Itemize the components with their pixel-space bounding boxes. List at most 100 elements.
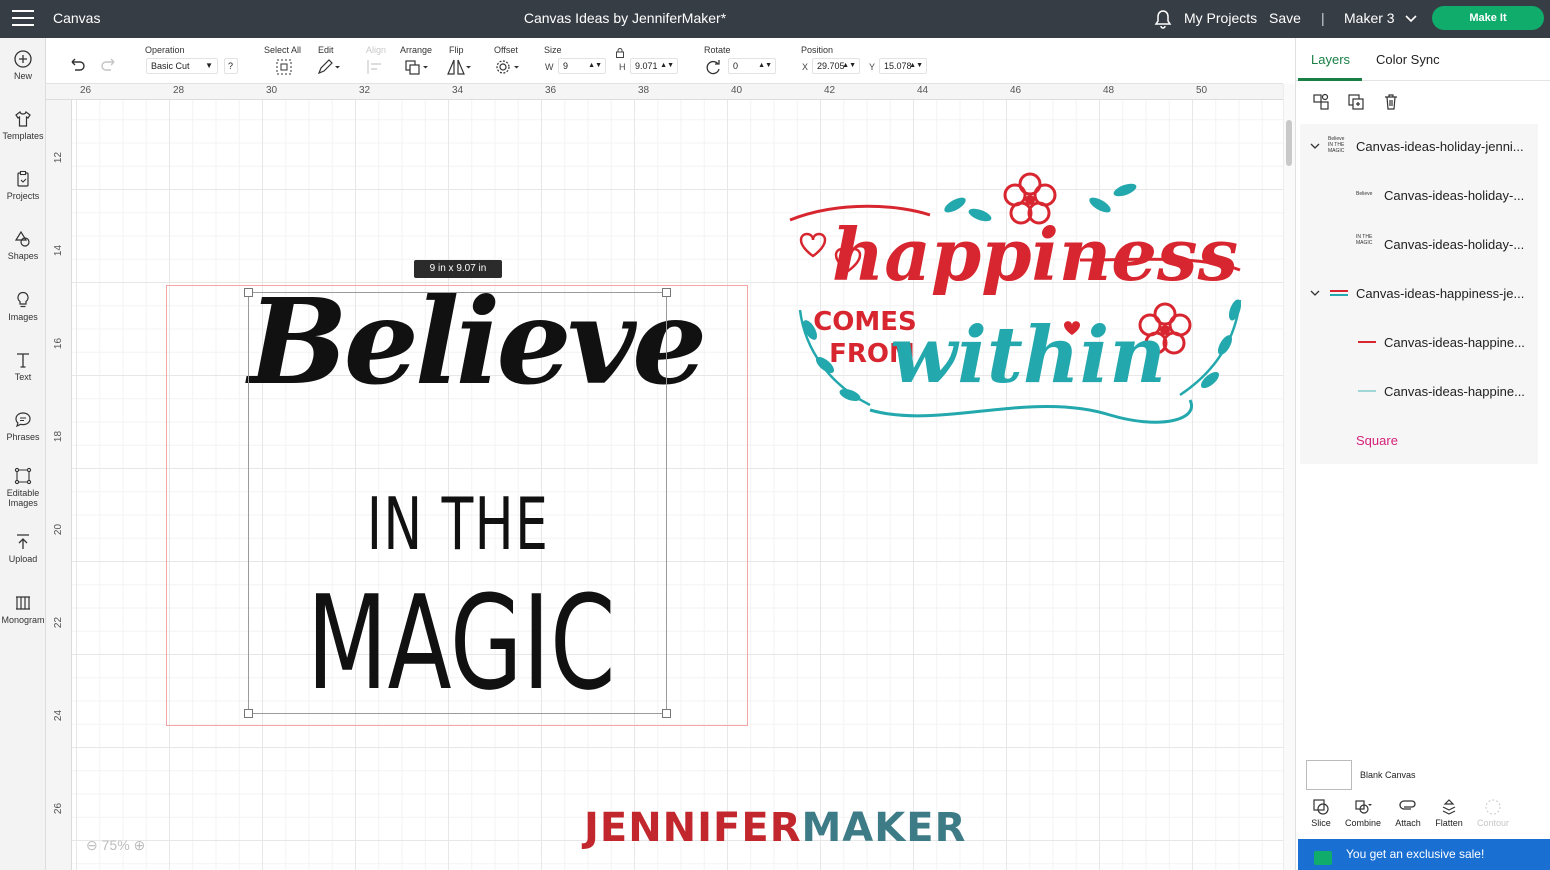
arrange-icon[interactable]	[404, 58, 430, 76]
offset-icon[interactable]	[494, 58, 520, 76]
stepper-icon[interactable]: ▲▼	[842, 59, 856, 73]
sale-text: You get an exclusive sale!	[1346, 847, 1485, 861]
sidebar-item-upload[interactable]: Upload	[0, 533, 46, 564]
height-input[interactable]: 9.071 ▲▼	[630, 58, 678, 74]
ruler-tick: 12	[53, 151, 65, 164]
sidebar-item-editable-images[interactable]: Editable Images	[0, 467, 46, 508]
machine-selector[interactable]: Maker 3	[1344, 10, 1395, 26]
bell-icon[interactable]	[1154, 9, 1172, 29]
design-canvas[interactable]: 9 in x 9.07 in Believe IN THE MAGIC happ…	[72, 100, 1283, 870]
width-value: 9	[563, 61, 569, 71]
blank-canvas-swatch[interactable]	[1306, 760, 1352, 790]
happiness-design-layer[interactable]: happiness COMES FROM within	[780, 160, 1250, 460]
zoom-control[interactable]: ⊖ 75% ⊕	[86, 837, 145, 854]
stepper-icon[interactable]: ▲▼	[588, 59, 602, 73]
select-all-icon[interactable]	[275, 58, 293, 76]
rotate-icon[interactable]	[704, 58, 722, 76]
monogram-icon	[16, 596, 30, 610]
layer-group-row[interactable]: Believe IN THE MAGIC Canvas-ideas-holida…	[1300, 124, 1538, 170]
layer-row[interactable]: Canvas-ideas-happine...	[1300, 320, 1538, 366]
flip-icon[interactable]	[446, 58, 472, 76]
trash-icon[interactable]	[1382, 93, 1400, 111]
layer-thumbnail: Believe	[1356, 191, 1373, 197]
jennifermaker-watermark: JENNIFERMAKER	[584, 805, 966, 851]
sale-banner[interactable]: You get an exclusive sale!	[1298, 839, 1550, 870]
ruler-tick: 40	[731, 85, 743, 96]
layer-row-square[interactable]: Square	[1300, 418, 1538, 464]
scrollbar-thumb[interactable]	[1286, 120, 1292, 166]
sidebar-item-text[interactable]: Text	[0, 351, 46, 382]
zoom-in-icon[interactable]: ⊕	[134, 837, 146, 853]
undo-icon[interactable]	[68, 56, 86, 74]
group-icon[interactable]	[1312, 93, 1330, 111]
resize-handle[interactable]	[244, 288, 253, 297]
resize-handle[interactable]	[662, 709, 671, 718]
stepper-icon[interactable]: ▲▼	[660, 59, 674, 73]
layer-thumbnail: IN THE MAGIC	[1356, 234, 1373, 246]
stepper-icon[interactable]: ▲▼	[758, 59, 772, 73]
flatten-icon	[1442, 799, 1456, 815]
width-input[interactable]: 9 ▲▼	[558, 58, 606, 74]
flatten-button[interactable]: Flatten	[1429, 798, 1469, 828]
tab-color-sync[interactable]: Color Sync	[1376, 52, 1440, 67]
shirt-icon	[15, 111, 31, 127]
layer-row[interactable]: Canvas-ideas-happine...	[1300, 369, 1538, 415]
save-button[interactable]: Save	[1269, 10, 1301, 26]
chevron-down-icon[interactable]	[1310, 141, 1320, 151]
sidebar-item-projects[interactable]: Projects	[0, 170, 46, 201]
resize-handle[interactable]	[662, 288, 671, 297]
layer-row[interactable]: IN THE MAGIC Canvas-ideas-holiday-...	[1300, 222, 1538, 268]
ruler-tick: 28	[173, 85, 185, 96]
layer-group-row[interactable]: Canvas-ideas-happiness-je...	[1300, 271, 1538, 317]
dropdown-arrow-icon: ▼	[205, 61, 213, 70]
make-it-button[interactable]: Make It	[1432, 6, 1544, 30]
sidebar-item-label: Upload	[8, 554, 38, 564]
layer-name: Canvas-ideas-holiday-...	[1384, 237, 1525, 252]
layers-panel: Layers Color Sync Believe IN THE MAGIC C…	[1295, 38, 1550, 870]
stepper-icon[interactable]: ▲▼	[909, 59, 923, 73]
active-tab-indicator	[1298, 78, 1362, 81]
attach-button[interactable]: Attach	[1388, 798, 1428, 828]
top-bar: Canvas Canvas Ideas by JenniferMaker* My…	[0, 0, 1550, 38]
chevron-down-icon[interactable]	[1404, 12, 1418, 26]
lock-icon[interactable]	[615, 47, 625, 58]
sidebar-item-new[interactable]: New	[0, 50, 46, 81]
resize-handle[interactable]	[244, 709, 253, 718]
sidebar-item-templates[interactable]: Templates	[0, 110, 46, 141]
sidebar-item-label: Editable Images	[6, 488, 40, 508]
layer-row[interactable]: Believe Canvas-ideas-holiday-...	[1300, 173, 1538, 219]
select-all-label: Select All	[264, 45, 302, 55]
ruler-tick: 48	[1103, 85, 1115, 96]
sidebar-item-shapes[interactable]: Shapes	[0, 230, 46, 261]
slice-button[interactable]: Slice	[1301, 798, 1341, 828]
x-position-input[interactable]: 29.705 ▲▼	[812, 58, 860, 74]
ruler-tick: 18	[53, 430, 65, 443]
height-value: 9.071	[635, 61, 658, 71]
edit-pencil-icon[interactable]	[316, 58, 342, 76]
layer-thumbnail	[1358, 341, 1376, 343]
tab-layers[interactable]: Layers	[1311, 52, 1350, 67]
layer-name: Canvas-ideas-happiness-je...	[1356, 286, 1525, 301]
layer-thumbnail: Believe IN THE MAGIC	[1328, 136, 1345, 154]
sidebar-item-phrases[interactable]: Phrases	[0, 411, 46, 442]
redo-icon[interactable]	[100, 56, 118, 74]
duplicate-icon[interactable]	[1347, 93, 1365, 111]
operation-select[interactable]: Basic Cut ▼	[146, 58, 218, 74]
zoom-out-icon[interactable]: ⊖	[86, 837, 98, 853]
selection-box[interactable]	[248, 292, 667, 714]
chevron-down-icon[interactable]	[1310, 288, 1320, 298]
ruler-tick: 24	[53, 709, 65, 722]
ruler-tick: 32	[359, 85, 371, 96]
rotate-input[interactable]: 0 ▲▼	[728, 58, 776, 74]
my-projects-link[interactable]: My Projects	[1184, 10, 1257, 26]
sidebar-item-monogram[interactable]: Monogram	[0, 594, 46, 625]
sidebar-item-images[interactable]: Images	[0, 291, 46, 322]
help-button[interactable]: ?	[224, 58, 238, 74]
y-position-input[interactable]: 15.078 ▲▼	[879, 58, 927, 74]
ruler-tick: 38	[638, 85, 650, 96]
y-position-value: 15.078	[884, 61, 912, 71]
canvas-scrollbar[interactable]	[1283, 84, 1295, 870]
ruler-tick: 22	[53, 616, 65, 629]
combine-button[interactable]: Combine	[1343, 798, 1383, 828]
left-sidebar: New Templates Projects Shapes Images Tex…	[0, 38, 46, 870]
